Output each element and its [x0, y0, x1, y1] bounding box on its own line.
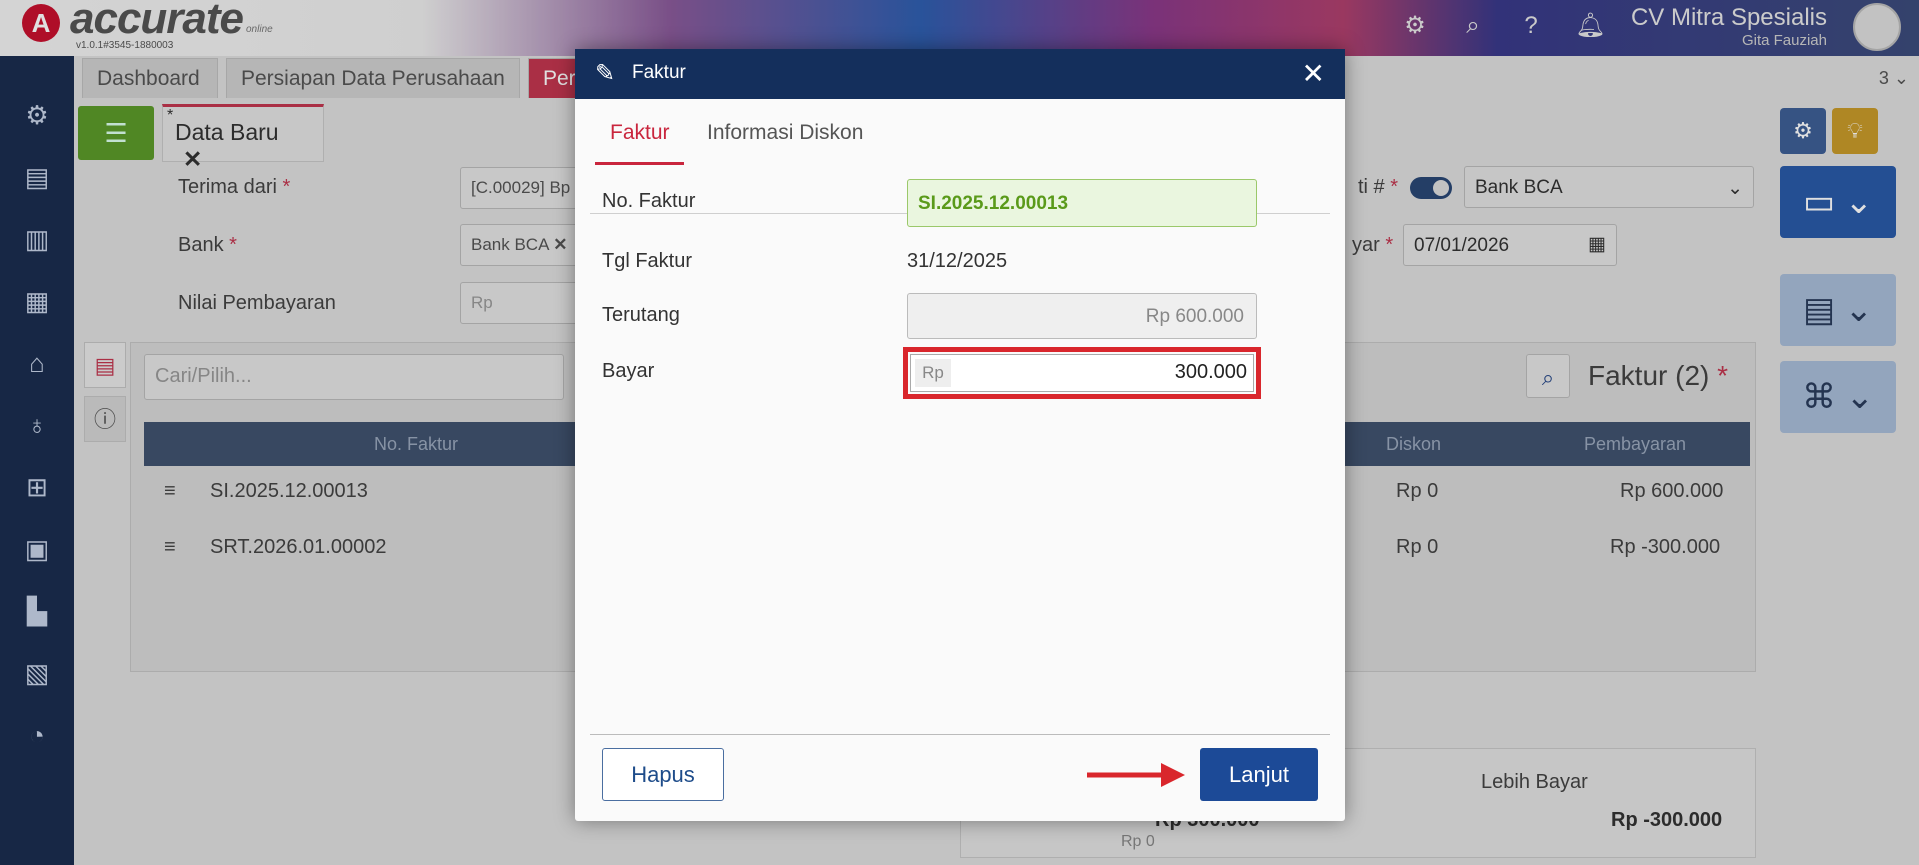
footer-divider	[590, 734, 1330, 735]
bayar-highlight: Rp 300.000	[903, 347, 1261, 399]
active-tab-indicator	[595, 162, 684, 165]
no-faktur-label: No. Faktur	[602, 190, 696, 212]
lanjut-button[interactable]: Lanjut	[1200, 748, 1318, 801]
faktur-dialog: ✎ Faktur ✕ Faktur Informasi Diskon No. F…	[575, 49, 1345, 821]
tab-informasi-diskon[interactable]: Informasi Diskon	[707, 121, 863, 145]
no-faktur-field[interactable]: SI.2025.12.00013	[907, 179, 1257, 227]
tab-faktur[interactable]: Faktur	[610, 121, 670, 145]
bayar-label: Bayar	[602, 360, 655, 382]
bayar-value: 300.000	[1174, 361, 1247, 383]
arrow-right-icon	[1087, 763, 1185, 787]
bayar-input[interactable]: Rp 300.000	[910, 354, 1254, 392]
pencil-icon: ✎	[595, 60, 616, 87]
hapus-button[interactable]: Hapus	[602, 748, 724, 801]
dialog-header: ✎ Faktur ✕	[575, 49, 1345, 99]
tgl-faktur-value: 31/12/2025	[907, 250, 1008, 272]
close-icon[interactable]: ✕	[1302, 57, 1325, 90]
terutang-field: Rp 600.000	[907, 293, 1257, 339]
terutang-label: Terutang	[602, 304, 680, 326]
dialog-title: Faktur	[632, 62, 686, 83]
bayar-prefix: Rp	[915, 359, 951, 387]
tgl-faktur-label: Tgl Faktur	[602, 250, 693, 272]
